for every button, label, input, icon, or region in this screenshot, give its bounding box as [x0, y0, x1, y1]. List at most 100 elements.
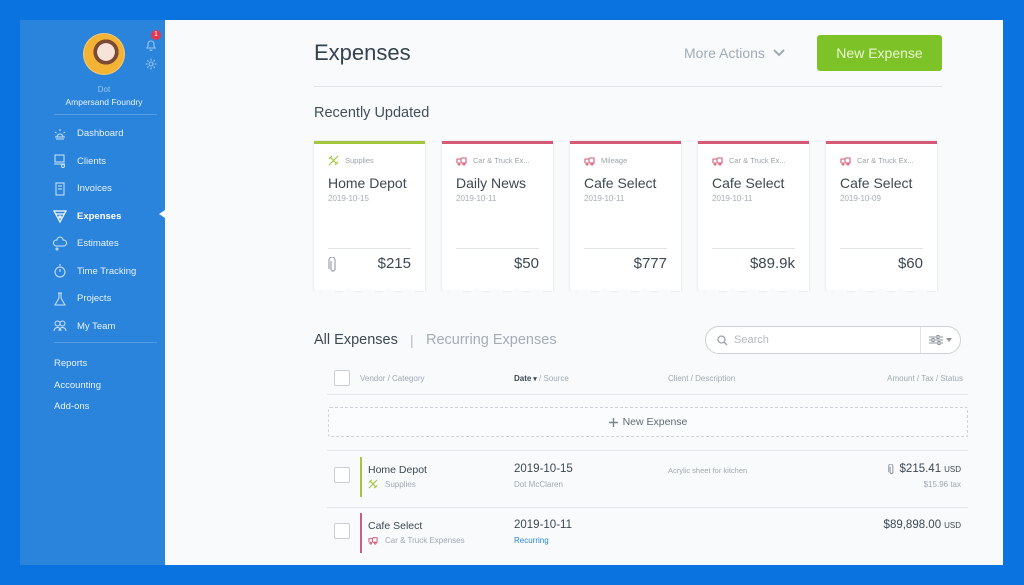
- card-date: 2019-10-11: [584, 194, 625, 203]
- table-row[interactable]: Home Depot Supplies 2019-10-15 Dot McCla…: [327, 454, 968, 509]
- expense-card[interactable]: Car & Truck Ex... Cafe Select 2019-10-11…: [698, 141, 809, 295]
- card-amount: $50: [513, 255, 539, 272]
- sidebar-item-dashboard[interactable]: Dashboard: [52, 120, 136, 148]
- expense-card[interactable]: Car & Truck Ex... Cafe Select 2019-10-09…: [826, 141, 937, 295]
- sidebar-item-add-ons[interactable]: Add-ons: [54, 401, 101, 423]
- table-header: Vendor / Category Date ▾ / Source Client…: [327, 370, 963, 394]
- table-row[interactable]: Cafe Select Car & Truck Expenses 2019-10…: [327, 510, 968, 565]
- app-window: 1 Dot Ampersand Foundry Dashboard Client…: [20, 20, 1003, 565]
- receipt-edge: [314, 287, 425, 295]
- sidebar-item-my-team[interactable]: My Team: [52, 313, 136, 341]
- column-amount-tax-status[interactable]: Amount / Tax / Status: [887, 374, 963, 383]
- card-category: Supplies: [328, 155, 425, 166]
- column-date-source[interactable]: Date ▾ / Source: [514, 374, 569, 383]
- avatar[interactable]: [83, 33, 125, 75]
- card-divider: [840, 248, 923, 249]
- recurring-link[interactable]: Recurring: [514, 536, 549, 545]
- column-client-description[interactable]: Client / Description: [668, 374, 735, 383]
- card-date: 2019-10-11: [712, 194, 753, 203]
- row-checkbox[interactable]: [334, 523, 350, 539]
- sidebar-item-label: Expenses: [77, 210, 122, 222]
- team-icon: [53, 320, 67, 332]
- sidebar-item-label: Invoices: [77, 183, 112, 195]
- receipt-edge: [442, 287, 553, 295]
- organization-name[interactable]: Ampersand Foundry: [20, 97, 188, 107]
- caret-down-icon: [946, 338, 952, 342]
- category-accent: [360, 513, 362, 553]
- row-source: Dot McClaren: [514, 480, 563, 489]
- chevron-down-icon: [773, 49, 785, 57]
- select-all-checkbox[interactable]: [334, 370, 350, 386]
- tab-separator: |: [410, 332, 414, 348]
- sidebar-item-clients[interactable]: Clients: [52, 148, 136, 176]
- currency: USD: [944, 464, 961, 474]
- sidebar-item-label: Clients: [77, 155, 107, 167]
- stopwatch-icon: [54, 264, 66, 278]
- sidebar-item-label: Dashboard: [77, 128, 124, 140]
- card-divider: [456, 248, 539, 249]
- recently-updated-title: Recently Updated: [314, 105, 430, 121]
- row-description: Acrylic sheet for kitchen: [668, 466, 748, 475]
- sidebar-item-time-tracking[interactable]: Time Tracking: [52, 258, 136, 286]
- sidebar-item-invoices[interactable]: Invoices: [52, 175, 136, 203]
- truck-icon: [584, 157, 595, 166]
- plus-icon: [608, 417, 618, 427]
- sidebar-item-accounting[interactable]: Accounting: [54, 380, 101, 402]
- bell-icon[interactable]: [144, 38, 158, 52]
- invoices-icon: [55, 182, 65, 196]
- active-indicator: [159, 210, 165, 218]
- notification-badge: 1: [151, 30, 161, 40]
- sidebar-item-label: My Team: [77, 320, 116, 332]
- expenses-icon: [52, 210, 68, 224]
- flask-icon: [54, 292, 66, 306]
- truck-icon: [456, 157, 467, 166]
- row-date: 2019-10-11: [514, 519, 572, 531]
- table-header-divider: [327, 394, 968, 395]
- sidebar-item-label: Estimates: [77, 238, 119, 250]
- card-amount: $60: [897, 255, 923, 272]
- category-accent: [360, 457, 362, 497]
- sidebar-item-expenses[interactable]: Expenses: [52, 203, 136, 231]
- truck-icon: [840, 157, 851, 166]
- card-accent-bar: [826, 141, 937, 144]
- row-checkbox[interactable]: [334, 467, 350, 483]
- tab-all-expenses[interactable]: All Expenses: [314, 332, 398, 348]
- paperclip-icon: [887, 463, 893, 474]
- row-date: 2019-10-15: [514, 463, 573, 475]
- receipt-edge: [698, 287, 809, 295]
- card-vendor: Cafe Select: [712, 175, 785, 191]
- tab-recurring-expenses[interactable]: Recurring Expenses: [426, 332, 557, 348]
- new-expense-row-button[interactable]: New Expense: [328, 407, 968, 437]
- card-date: 2019-10-09: [840, 194, 881, 203]
- table-divider: [327, 450, 968, 451]
- expense-card[interactable]: Supplies Home Depot 2019-10-15 $215: [314, 141, 425, 295]
- filter-button[interactable]: [920, 327, 960, 353]
- new-expense-button[interactable]: New Expense: [817, 35, 942, 71]
- sidebar-item-label: Time Tracking: [77, 265, 137, 277]
- card-category: Mileage: [584, 155, 681, 166]
- column-vendor-category[interactable]: Vendor / Category: [360, 374, 424, 383]
- card-accent-bar: [314, 141, 425, 144]
- card-vendor: Home Depot: [328, 175, 407, 191]
- row-divider: [327, 507, 968, 508]
- expense-card[interactable]: Mileage Cafe Select 2019-10-11 $777: [570, 141, 681, 295]
- recent-expense-cards: Supplies Home Depot 2019-10-15 $215 Car …: [314, 141, 937, 295]
- sidebar-divider: [54, 114, 157, 115]
- search-box: [705, 326, 961, 354]
- date-sort-label: Date: [514, 374, 532, 383]
- card-vendor: Cafe Select: [584, 175, 657, 191]
- row-tax: $15.96 tax: [923, 480, 961, 489]
- more-actions-dropdown[interactable]: More Actions: [684, 45, 785, 61]
- expense-card[interactable]: Car & Truck Ex... Daily News 2019-10-11 …: [442, 141, 553, 295]
- card-accent-bar: [570, 141, 681, 144]
- header-divider: [314, 86, 942, 87]
- card-date: 2019-10-15: [328, 194, 369, 203]
- search-input[interactable]: [734, 334, 914, 346]
- sidebar-item-reports[interactable]: Reports: [54, 358, 101, 380]
- sidebar-item-projects[interactable]: Projects: [52, 285, 136, 313]
- sidebar-item-estimates[interactable]: Estimates: [52, 230, 136, 258]
- estimates-icon: [52, 236, 68, 251]
- row-vendor: Cafe Select: [368, 520, 423, 532]
- gear-icon[interactable]: [144, 57, 158, 71]
- card-vendor: Cafe Select: [840, 175, 913, 191]
